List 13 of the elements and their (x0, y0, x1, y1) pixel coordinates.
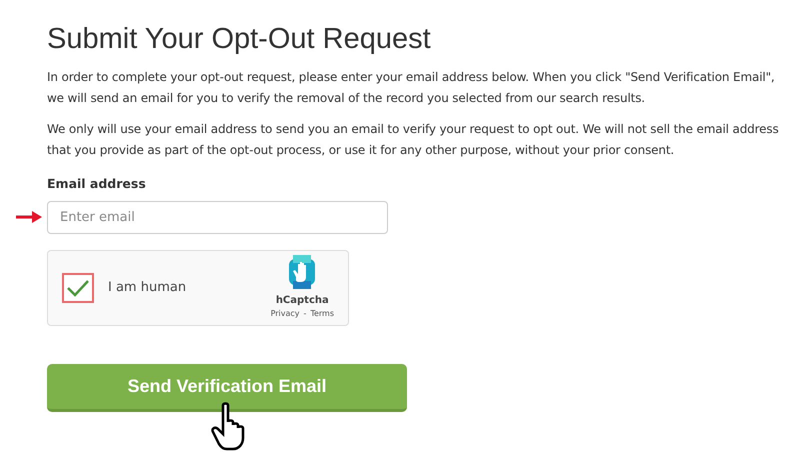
separator: - (304, 308, 306, 320)
captcha-checkbox[interactable] (62, 272, 94, 303)
captcha-label: I am human (108, 278, 186, 297)
page-title: Submit Your Opt-Out Request (47, 22, 432, 57)
field-label: Email address (47, 174, 147, 193)
arrow-icon (16, 210, 42, 223)
captcha-link[interactable]: Privacy (270, 308, 300, 320)
captcha-brand: hCaptcha (276, 294, 329, 308)
paragraph: We only will use your email address to send you an email to verify your request to opt out. We will not sell the email address that you provide as part of the opt-out process, or use it for any other purpose, without your prior consent. (47, 120, 780, 159)
captcha-link[interactable]: Terms (310, 308, 334, 320)
paragraph: In order to complete your opt-out request, please enter your email address below. When you click "Send Verification Email", we will send an email for you to verify the removal of the record you selected from our search results. (47, 68, 776, 107)
check-icon (66, 278, 90, 298)
email-field[interactable]: Enter email (47, 200, 388, 234)
